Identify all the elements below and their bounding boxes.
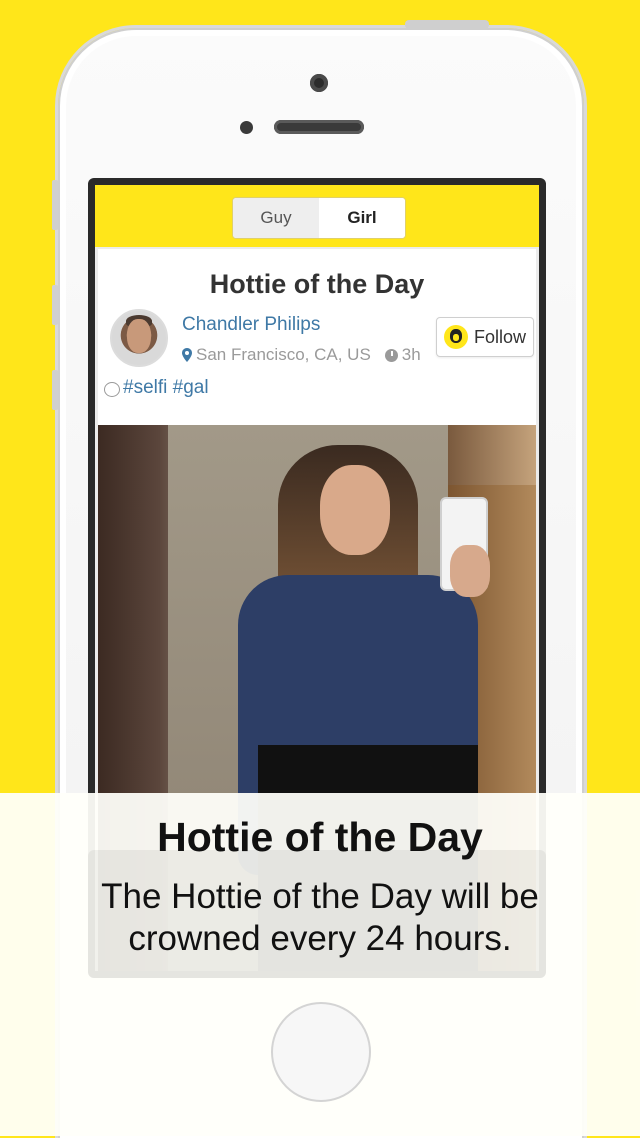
mute-switch — [52, 180, 58, 230]
hashtags[interactable]: #selfi #gal — [123, 377, 209, 399]
proximity-sensor — [240, 121, 253, 134]
segment-girl[interactable]: Girl — [319, 198, 405, 238]
home-button — [271, 1002, 371, 1102]
earpiece-speaker — [274, 120, 364, 134]
card-title: Hottie of the Day — [209, 269, 425, 299]
volume-down-button — [52, 370, 58, 410]
front-camera — [310, 74, 328, 92]
segment-bar: Guy Girl — [95, 185, 539, 247]
follow-button[interactable]: Follow — [436, 317, 534, 357]
gender-segmented-control: Guy Girl — [232, 197, 406, 239]
clock-icon — [384, 348, 398, 362]
avatar[interactable] — [110, 309, 168, 367]
avatar-face — [127, 319, 151, 353]
photo-face — [320, 465, 390, 555]
photo-hand — [450, 545, 490, 597]
chat-icon — [104, 382, 120, 397]
follow-avatar-icon — [443, 325, 468, 349]
location-text: San Francisco, CA, US — [196, 345, 371, 364]
power-button — [405, 20, 489, 29]
segment-guy[interactable]: Guy — [233, 198, 319, 238]
volume-up-button — [52, 285, 58, 325]
caption-title: Hottie of the Day — [157, 814, 483, 860]
post-tags: #selfi #gal — [104, 377, 209, 399]
post-meta: San Francisco, CA, US 3h — [182, 345, 421, 365]
time-ago: 3h — [401, 345, 421, 364]
user-name-link[interactable]: Chandler Philips — [182, 314, 320, 336]
follow-label: Follow — [473, 326, 526, 347]
caption-text: The Hottie of the Day will be crowned ev… — [101, 877, 539, 958]
pin-icon — [182, 348, 192, 362]
